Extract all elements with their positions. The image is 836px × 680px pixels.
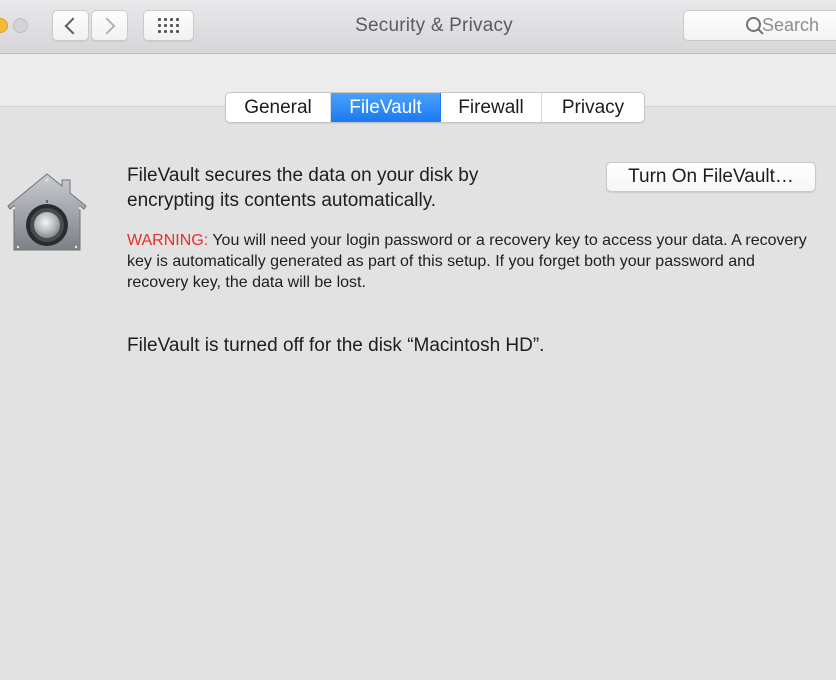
- filevault-icon: [7, 173, 87, 251]
- minimize-button[interactable]: [0, 18, 8, 33]
- warning-text: You will need your login password or a r…: [127, 232, 807, 291]
- filevault-status: FileVault is turned off for the disk “Ma…: [127, 335, 545, 356]
- filevault-description: FileVault secures the data on your disk …: [127, 165, 479, 211]
- tab-bar: General FileVault Firewall Privacy: [225, 92, 645, 123]
- forward-button[interactable]: [91, 10, 128, 41]
- grid-icon: [158, 18, 179, 33]
- turn-on-filevault-button[interactable]: Turn On FileVault…: [606, 162, 816, 192]
- back-button[interactable]: [52, 10, 89, 41]
- tab-privacy[interactable]: Privacy: [542, 93, 644, 122]
- tab-general[interactable]: General: [226, 93, 331, 122]
- tab-firewall[interactable]: Firewall: [441, 93, 542, 122]
- search-input[interactable]: [762, 15, 836, 36]
- window-title: Security & Privacy: [355, 15, 513, 36]
- chevron-right-icon: [98, 17, 116, 34]
- warning-message: WARNING: You will need your login passwo…: [127, 230, 807, 293]
- title-bar: Security & Privacy: [0, 0, 836, 54]
- warning-label: WARNING:: [127, 232, 209, 249]
- chevron-left-icon: [64, 17, 82, 34]
- search-icon: [746, 17, 764, 35]
- zoom-button[interactable]: [13, 18, 28, 33]
- show-all-button[interactable]: [143, 10, 194, 41]
- search-field[interactable]: [683, 10, 836, 41]
- tab-filevault[interactable]: FileVault: [331, 93, 441, 122]
